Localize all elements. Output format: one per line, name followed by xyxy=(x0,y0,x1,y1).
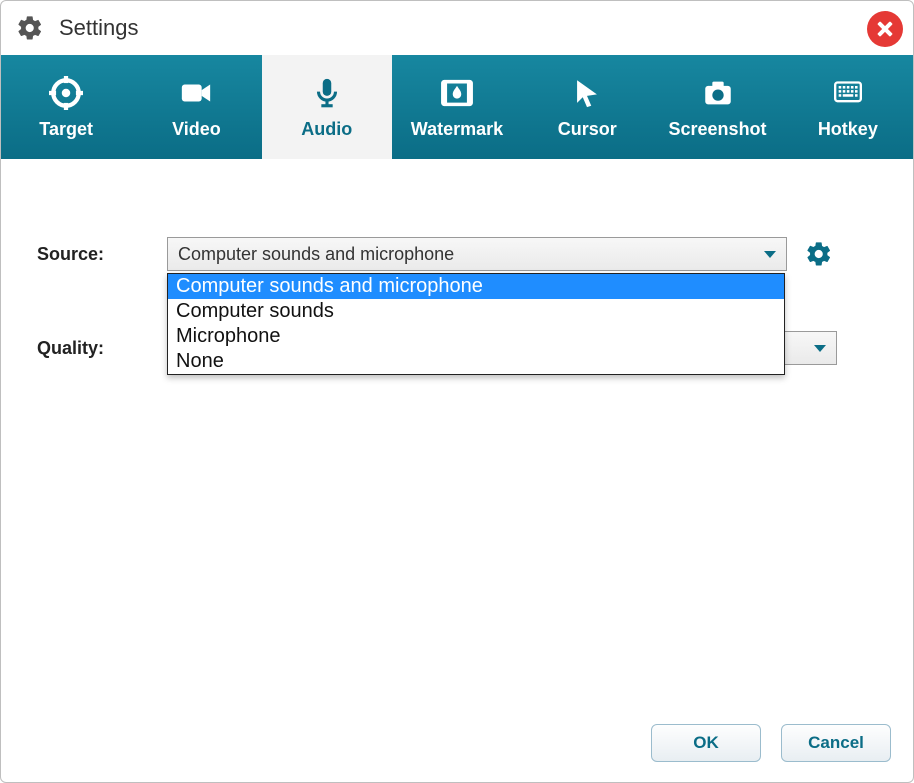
chevron-down-icon xyxy=(814,345,826,352)
close-button[interactable] xyxy=(867,11,903,47)
window-title: Settings xyxy=(59,15,139,41)
audio-icon xyxy=(309,75,345,111)
tab-bar: Target Video Audio Watermark Cursor xyxy=(1,55,913,159)
tab-target[interactable]: Target xyxy=(1,55,131,159)
settings-window: Settings Target Video Audio Wa xyxy=(0,0,914,783)
watermark-icon xyxy=(439,75,475,111)
source-option[interactable]: Microphone xyxy=(168,324,784,349)
source-option[interactable]: Computer sounds xyxy=(168,299,784,324)
ok-button[interactable]: OK xyxy=(651,724,761,762)
tab-label: Audio xyxy=(301,119,352,140)
tab-watermark[interactable]: Watermark xyxy=(392,55,522,159)
settings-gear-icon xyxy=(15,13,45,43)
source-option[interactable]: Computer sounds and microphone xyxy=(168,274,784,299)
target-icon xyxy=(48,75,84,111)
video-icon xyxy=(178,75,214,111)
tab-label: Screenshot xyxy=(669,119,767,140)
chevron-down-icon xyxy=(764,251,776,258)
source-label: Source: xyxy=(37,244,167,265)
tab-label: Target xyxy=(39,119,93,140)
tab-label: Watermark xyxy=(411,119,503,140)
source-dropdown-list: Computer sounds and microphone Computer … xyxy=(167,273,785,375)
tab-label: Cursor xyxy=(558,119,617,140)
tab-cursor[interactable]: Cursor xyxy=(522,55,652,159)
source-settings-button[interactable] xyxy=(803,238,835,270)
tab-label: Video xyxy=(172,119,221,140)
quality-label: Quality: xyxy=(37,338,167,359)
tab-hotkey[interactable]: Hotkey xyxy=(783,55,913,159)
content-panel: Source: Computer sounds and microphone Q… xyxy=(1,159,913,718)
source-selected-value: Computer sounds and microphone xyxy=(178,244,454,265)
titlebar: Settings xyxy=(1,1,913,55)
source-row: Source: Computer sounds and microphone xyxy=(37,237,877,271)
tab-label: Hotkey xyxy=(818,119,878,140)
cursor-icon xyxy=(569,75,605,111)
source-option[interactable]: None xyxy=(168,349,784,374)
cancel-button[interactable]: Cancel xyxy=(781,724,891,762)
tab-video[interactable]: Video xyxy=(131,55,261,159)
source-dropdown[interactable]: Computer sounds and microphone xyxy=(167,237,787,271)
tab-audio[interactable]: Audio xyxy=(262,55,392,159)
screenshot-icon xyxy=(700,75,736,111)
tab-screenshot[interactable]: Screenshot xyxy=(652,55,782,159)
dialog-footer: OK Cancel xyxy=(1,718,913,782)
hotkey-icon xyxy=(830,75,866,111)
